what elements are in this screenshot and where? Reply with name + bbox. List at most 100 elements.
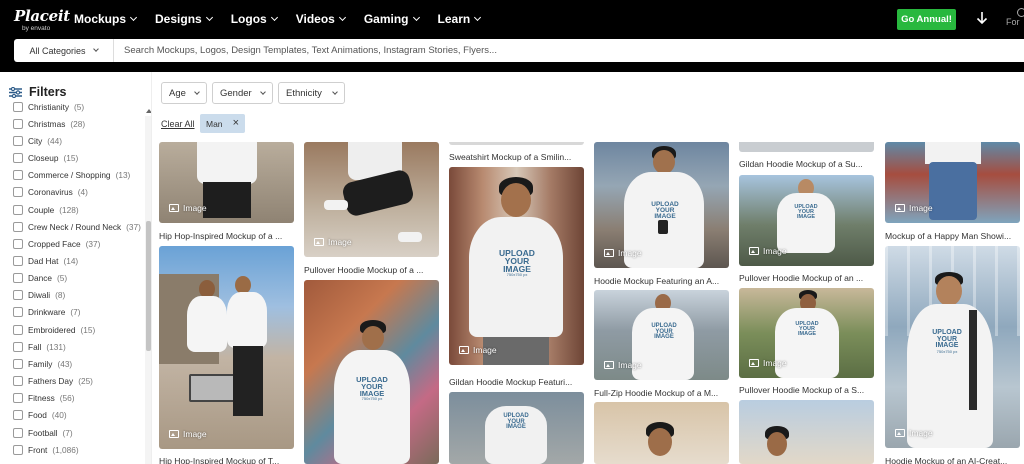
clear-all-link[interactable]: Clear All — [161, 119, 195, 129]
nav-gaming[interactable]: Gaming — [364, 12, 420, 26]
search-input[interactable] — [114, 39, 1024, 62]
result-caption[interactable]: Gildan Hoodie Mockup Featuri... — [449, 377, 589, 387]
filter-item[interactable]: Food (40) — [13, 407, 143, 424]
filter-item[interactable]: Crew Neck / Round Neck (37) — [13, 218, 143, 235]
ethnicity-dropdown[interactable]: Ethnicity — [278, 82, 345, 104]
nav-label: Mockups — [74, 12, 127, 26]
filter-checkbox[interactable] — [13, 376, 23, 387]
nav-videos[interactable]: Videos — [296, 12, 346, 26]
result-card[interactable]: UPLOAD YOUR IMAGE Image — [739, 175, 874, 266]
filter-item[interactable]: Commerce / Shopping (13) — [13, 167, 143, 184]
result-card[interactable]: UPLOAD YOUR IMAGE Image — [594, 142, 729, 268]
filter-checkbox[interactable] — [13, 238, 23, 249]
category-select[interactable]: All Categories — [14, 39, 114, 62]
result-card[interactable]: Image — [159, 246, 294, 449]
filter-checkbox[interactable] — [13, 221, 23, 232]
filter-checkbox[interactable] — [13, 153, 23, 164]
filter-checkbox[interactable] — [13, 187, 23, 198]
results-gallery: Image Hip Hop-Inspired Mockup of a ... I… — [152, 142, 1024, 464]
result-card[interactable]: UPLOAD YOUR IMAGE Image — [739, 288, 874, 378]
filter-item[interactable]: Closeup (15) — [13, 149, 143, 166]
search-bar: All Categories — [14, 39, 1024, 62]
result-card[interactable]: Image — [885, 142, 1020, 223]
result-card[interactable] — [594, 402, 729, 464]
filter-item[interactable]: Fathers Day (25) — [13, 373, 143, 390]
result-caption[interactable]: Full-Zip Hoodie Mockup of a M... — [594, 388, 734, 398]
filter-checkbox[interactable] — [13, 170, 23, 181]
filter-item[interactable]: Christianity (5) — [13, 98, 143, 115]
boombox-shape — [189, 374, 235, 402]
filter-item[interactable]: Dance (5) — [13, 270, 143, 287]
result-caption[interactable]: Sweatshirt Mockup of a Smilin... — [449, 152, 589, 162]
nav-logos[interactable]: Logos — [231, 12, 278, 26]
filter-item[interactable]: Family (43) — [13, 355, 143, 372]
nav-learn[interactable]: Learn — [438, 12, 482, 26]
sidebar-scrollbar-thumb[interactable] — [146, 221, 151, 351]
filter-checkbox[interactable] — [13, 118, 23, 129]
filter-checkbox[interactable] — [13, 307, 23, 318]
result-card[interactable]: UPLOAD YOUR IMAGE 750x750 px Image — [885, 246, 1020, 448]
filter-checkbox[interactable] — [13, 358, 23, 369]
result-caption[interactable]: Mockup of a Happy Man Showi... — [885, 231, 1024, 241]
close-icon[interactable]: × — [233, 118, 239, 129]
nav-mockups[interactable]: Mockups — [74, 12, 138, 26]
filter-checkbox[interactable] — [13, 135, 23, 146]
filter-item[interactable]: Coronavirus (4) — [13, 184, 143, 201]
nav-designs[interactable]: Designs — [155, 12, 213, 26]
filter-checkbox[interactable] — [13, 444, 23, 455]
filter-checkbox[interactable] — [13, 290, 23, 301]
image-icon — [459, 346, 469, 354]
age-dropdown[interactable]: Age — [161, 82, 207, 104]
result-caption[interactable]: Gildan Hoodie Mockup of a Su... — [739, 159, 879, 169]
result-caption[interactable]: Hoodie Mockup Featuring an A... — [594, 276, 734, 286]
placeit-logo[interactable]: Placeit by envato — [14, 9, 70, 33]
filter-checkbox[interactable] — [13, 427, 23, 438]
filter-label: Diwali — [28, 290, 51, 301]
filter-checkbox[interactable] — [13, 273, 23, 284]
filter-item[interactable]: Dad Hat (14) — [13, 252, 143, 269]
result-caption[interactable]: Pullover Hoodie Mockup of an ... — [739, 273, 879, 283]
result-card-edge[interactable] — [739, 142, 874, 152]
help-link[interactable]: For — [1006, 8, 1024, 28]
chevron-down-icon — [338, 13, 346, 22]
filter-checkbox[interactable] — [13, 393, 23, 404]
filter-item[interactable]: Football (7) — [13, 424, 143, 441]
gender-dropdown[interactable]: Gender — [212, 82, 273, 104]
result-card[interactable]: UPLOAD YOUR IMAGE 750x750 px — [304, 280, 439, 464]
filter-checkbox[interactable] — [13, 324, 23, 335]
filter-checkbox[interactable] — [13, 101, 23, 112]
filter-checkbox[interactable] — [13, 410, 23, 421]
result-card[interactable]: UPLOAD YOUR IMAGE 750x750 px Image — [449, 167, 584, 365]
person-head — [648, 428, 672, 456]
mockup-line: IMAGE — [797, 331, 817, 338]
result-card[interactable] — [739, 400, 874, 464]
scroll-up-arrow[interactable] — [146, 109, 151, 113]
filter-item[interactable]: Cropped Face (37) — [13, 235, 143, 252]
go-annual-button[interactable]: Go Annual! — [897, 9, 956, 30]
result-caption[interactable]: Hoodie Mockup of an AI-Creat... — [885, 456, 1024, 464]
result-caption[interactable]: Pullover Hoodie Mockup of a ... — [304, 265, 444, 275]
filter-item[interactable]: Christmas (28) — [13, 115, 143, 132]
filter-item[interactable]: Drinkware (7) — [13, 304, 143, 321]
filter-item[interactable]: Fall (131) — [13, 338, 143, 355]
result-card[interactable]: UPLOAD YOUR IMAGE — [449, 392, 584, 464]
result-card[interactable]: UPLOAD YOUR IMAGE Image — [594, 290, 729, 380]
filter-item[interactable]: Couple (128) — [13, 201, 143, 218]
result-card-edge[interactable] — [449, 142, 584, 145]
filter-checkbox[interactable] — [13, 341, 23, 352]
filter-item[interactable]: Front (1,086) — [13, 441, 143, 458]
filter-checkbox[interactable] — [13, 255, 23, 266]
image-badge: Image — [604, 360, 642, 370]
result-caption[interactable]: Pullover Hoodie Mockup of a S... — [739, 385, 879, 395]
filter-checkbox[interactable] — [13, 204, 23, 215]
download-icon[interactable] — [976, 11, 988, 27]
result-caption[interactable]: Hip Hop-Inspired Mockup of T... — [159, 456, 299, 464]
filter-item[interactable]: Diwali (8) — [13, 287, 143, 304]
filter-item[interactable]: Embroidered (15) — [13, 321, 143, 338]
filter-item[interactable]: City (44) — [13, 132, 143, 149]
filter-count: (43) — [57, 358, 73, 369]
filter-item[interactable]: Fitness (56) — [13, 390, 143, 407]
result-card[interactable]: Image — [304, 142, 439, 257]
result-card[interactable]: Image — [159, 142, 294, 223]
result-caption[interactable]: Hip Hop-Inspired Mockup of a ... — [159, 231, 299, 241]
